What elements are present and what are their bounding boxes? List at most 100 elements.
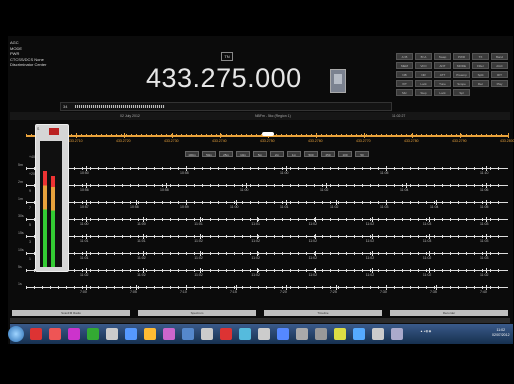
span-button[interactable]: 100 — [338, 151, 352, 157]
grid-button[interactable]: Play — [491, 80, 508, 87]
grid-button[interactable]: B>A — [415, 53, 432, 60]
row-label: 1m — [18, 197, 23, 201]
frequency-tag[interactable]: TN — [221, 52, 233, 61]
grid-button[interactable]: Scope — [453, 80, 470, 87]
span-button[interactable]: 1m — [287, 151, 301, 157]
time-label: 7:35 — [430, 290, 437, 294]
taskbar-app-icon[interactable] — [239, 328, 251, 340]
grid-button[interactable]: MEM — [396, 62, 413, 69]
span-button[interactable]: 100m — [185, 151, 199, 157]
minor-tick — [216, 134, 217, 137]
taskbar-app-icon[interactable] — [106, 328, 118, 340]
taskbar-app-icon[interactable] — [258, 328, 270, 340]
grid-button[interactable]: Lock — [434, 89, 451, 96]
span-button[interactable]: 5m — [253, 151, 267, 157]
timeline-track[interactable] — [26, 183, 508, 188]
grid-button[interactable]: NR — [415, 71, 432, 78]
grid-button[interactable]: Filter — [472, 62, 489, 69]
minor-tick — [71, 134, 72, 137]
taskbar-app-icon[interactable] — [391, 328, 403, 340]
taskbar-panel[interactable]: ScanFM Radio — [12, 310, 130, 316]
timeline-track[interactable] — [26, 200, 508, 205]
taskbar-app-icon[interactable] — [68, 328, 80, 340]
minor-tick — [202, 252, 203, 255]
span-button[interactable]: 500 — [304, 151, 318, 157]
timeline-track[interactable] — [26, 217, 508, 222]
taskbar-app-icon[interactable] — [353, 328, 365, 340]
minor-tick — [391, 134, 392, 137]
grid-button[interactable]: Preamp — [453, 71, 470, 78]
frequency-display[interactable]: 433.275.000 — [146, 63, 302, 94]
minor-tick — [162, 167, 163, 170]
memory-icon[interactable] — [330, 69, 346, 93]
taskbar-app-icon[interactable] — [315, 328, 327, 340]
taskbar-app-icon[interactable] — [144, 328, 156, 340]
minor-tick — [421, 134, 422, 137]
grid-button[interactable]: MODE — [453, 62, 470, 69]
timeline-track[interactable] — [26, 166, 508, 171]
grid-button[interactable]: NB — [396, 71, 413, 78]
grid-button[interactable]: Lock — [415, 80, 432, 87]
taskbar-app-icon[interactable] — [220, 328, 232, 340]
span-button[interactable]: 50m — [202, 151, 216, 157]
span-button[interactable]: 2m — [270, 151, 284, 157]
grid-button[interactable]: RIT — [491, 71, 508, 78]
grid-button[interactable]: VFO — [415, 62, 432, 69]
grid-button[interactable]: Step — [415, 89, 432, 96]
grid-button[interactable]: Spl — [453, 89, 470, 96]
grid-button[interactable]: TX — [472, 53, 489, 60]
timeline-track[interactable] — [26, 234, 508, 239]
taskbar-panel[interactable]: Recorder — [390, 310, 508, 316]
span-button[interactable]: 250 — [321, 151, 335, 157]
taskbar-app-icon[interactable] — [182, 328, 194, 340]
grid-button[interactable]: Tune — [434, 80, 451, 87]
taskbar-app-icon[interactable] — [201, 328, 213, 340]
tuning-cursor[interactable] — [262, 132, 274, 136]
start-button[interactable] — [8, 326, 24, 342]
minor-tick — [298, 269, 299, 272]
grid-button[interactable]: ANT — [434, 62, 451, 69]
grid-button[interactable]: Mic — [396, 89, 413, 96]
minor-tick — [250, 184, 251, 187]
taskbar-app-icon[interactable] — [125, 328, 137, 340]
minor-tick — [234, 252, 235, 255]
meter-cap[interactable] — [49, 128, 59, 135]
minor-tick — [356, 134, 357, 137]
grid-button[interactable]: PWR — [453, 53, 470, 60]
grid-button[interactable]: Split — [472, 71, 489, 78]
grid-button[interactable]: ATT — [434, 71, 451, 78]
taskbar-clock[interactable]: 11:02 02/07/2012 — [492, 328, 510, 338]
minor-tick — [434, 201, 435, 204]
minor-tick — [146, 286, 147, 289]
minor-tick — [378, 201, 379, 204]
taskbar-panel[interactable]: Timeline — [264, 310, 382, 316]
taskbar-app-icon[interactable] — [372, 328, 384, 340]
taskbar-app-icon[interactable] — [30, 328, 42, 340]
taskbar-panel[interactable]: Spectrum — [138, 310, 256, 316]
taskbar-app-icon[interactable] — [87, 328, 99, 340]
timeline-track[interactable] — [26, 285, 508, 290]
taskbar-app-icon[interactable] — [296, 328, 308, 340]
span-button[interactable]: 25m — [219, 151, 233, 157]
taskbar-app-icon[interactable] — [49, 328, 61, 340]
taskbar-app-icon[interactable] — [163, 328, 175, 340]
grid-button[interactable]: A>B — [396, 53, 413, 60]
minor-tick — [338, 218, 339, 221]
grid-button[interactable]: Rec — [472, 80, 489, 87]
grid-button[interactable]: Swap — [434, 53, 451, 60]
minor-tick — [322, 286, 323, 289]
grid-button[interactable]: AGC — [491, 62, 508, 69]
timeline-track[interactable] — [26, 251, 508, 256]
grid-button[interactable]: Band — [491, 53, 508, 60]
taskbar-app-icon[interactable] — [334, 328, 346, 340]
minor-tick — [410, 252, 411, 255]
span-button[interactable]: 50 — [355, 151, 369, 157]
span-button[interactable]: 10m — [236, 151, 250, 157]
minor-tick — [258, 167, 259, 170]
minor-tick — [474, 252, 475, 255]
timeline-track[interactable] — [26, 268, 508, 273]
minor-tick — [138, 252, 139, 255]
grid-button[interactable]: XIT — [396, 80, 413, 87]
minor-tick — [234, 201, 235, 204]
taskbar-app-icon[interactable] — [277, 328, 289, 340]
